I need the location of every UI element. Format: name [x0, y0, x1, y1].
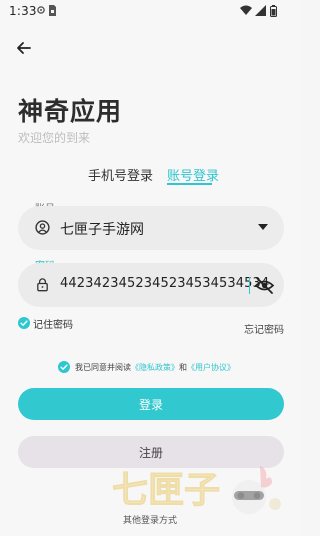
- password-field[interactable]: 44234234523452345345345​34: [18, 263, 284, 307]
- agreement-row: 我已同意并阅读《隐私政策》和《用户协议》: [58, 361, 298, 375]
- user-icon: [35, 220, 50, 235]
- battery-icon: [270, 5, 277, 17]
- lock-icon: [37, 278, 48, 292]
- agreement-text: 我已同意并阅读《隐私政策》和《用户协议》: [75, 362, 235, 373]
- agreement-and: 和: [179, 363, 187, 372]
- checked-circle-icon: [18, 317, 30, 329]
- agreement-prefix: 我已同意并阅读: [75, 363, 131, 372]
- back-arrow-icon[interactable]: [14, 38, 34, 58]
- forgot-password-link[interactable]: 忘记密码: [244, 321, 284, 336]
- status-time: 1:33: [9, 4, 37, 18]
- tab-phone-login[interactable]: 手机号登录: [88, 165, 153, 184]
- wifi-icon: [240, 5, 252, 15]
- password-value: 44234234523452345345345​34: [60, 276, 270, 291]
- login-screen: 1:33 神奇应用 欢迎您的到来 手机号登录 账号登录 账号: [0, 0, 300, 536]
- svg-text:七匣子: 七匣子: [112, 470, 220, 511]
- other-login-methods[interactable]: 其他登录方式: [0, 513, 300, 526]
- signal-icon: [255, 5, 266, 16]
- account-field[interactable]: 七匣子手游网: [18, 206, 284, 250]
- agreement-checkbox-icon[interactable]: [58, 361, 70, 373]
- tab-account-login[interactable]: 账号登录: [167, 165, 219, 184]
- privacy-policy-link[interactable]: 《隐私政策》: [131, 363, 179, 372]
- page-subtitle: 欢迎您的到来: [18, 131, 91, 145]
- eye-off-icon[interactable]: [254, 275, 275, 296]
- sim-card-status-icon: [49, 5, 56, 16]
- remember-password-label: 记住密码: [33, 320, 73, 331]
- qixiazi-watermark-logo: 七匣子: [112, 466, 281, 514]
- active-tab-indicator: [167, 183, 212, 185]
- login-button[interactable]: 登录: [18, 388, 284, 420]
- text-cursor: [249, 277, 250, 294]
- account-value: 七匣子手游网: [60, 222, 144, 238]
- account-dropdown-arrow-icon[interactable]: [258, 224, 268, 230]
- status-bar: 1:33: [0, 0, 300, 24]
- settings-status-icon: [37, 6, 45, 14]
- user-agreement-link[interactable]: 《用户协议》: [187, 363, 235, 372]
- page-title: 神奇应用: [18, 97, 123, 126]
